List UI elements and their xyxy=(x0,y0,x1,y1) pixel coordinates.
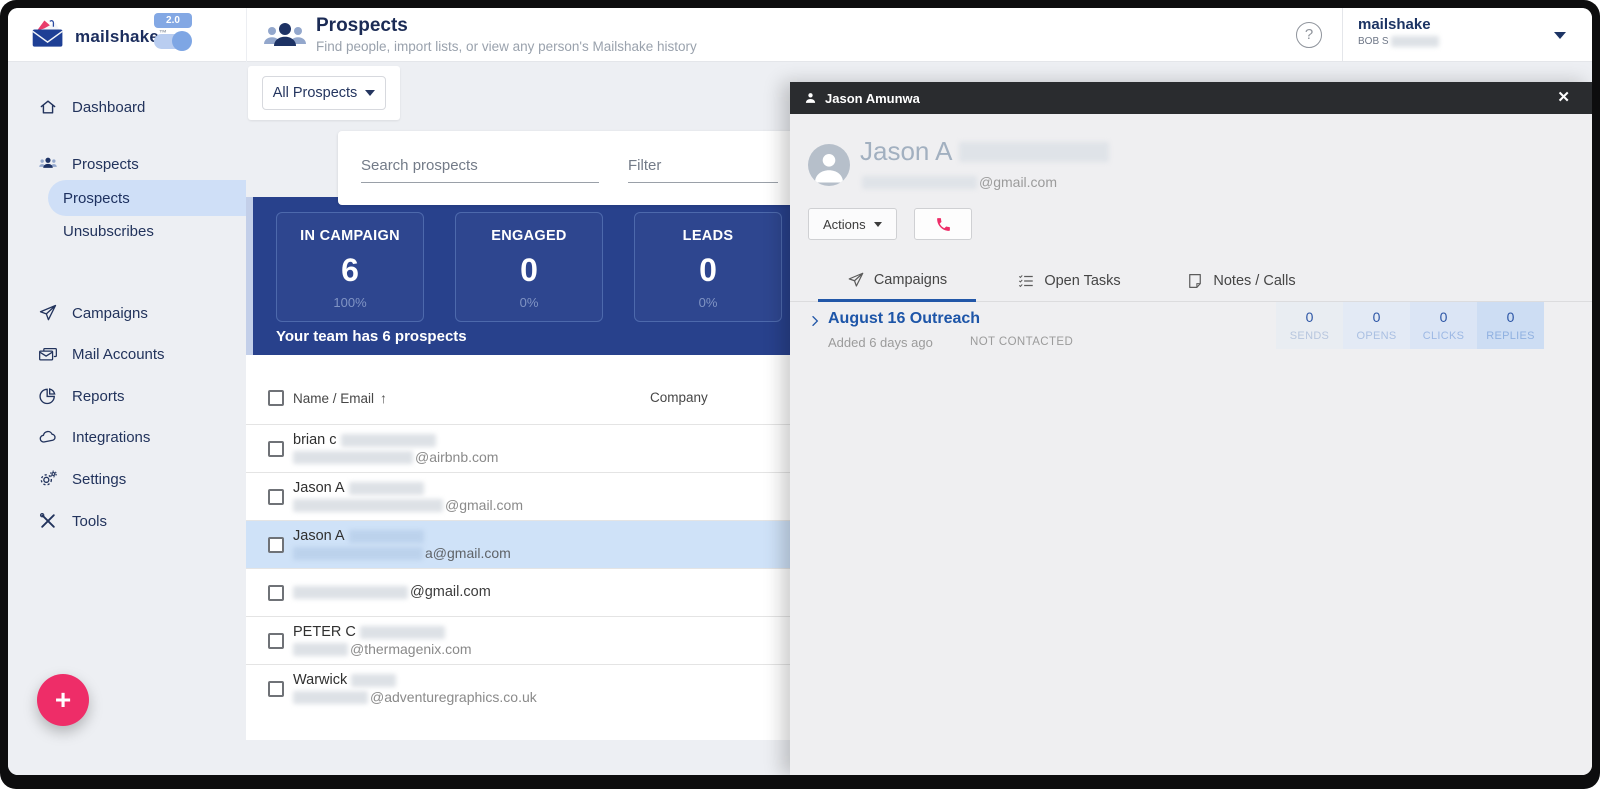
table-row-selected[interactable]: Jason A a@gmail.com xyxy=(246,520,792,568)
table-row[interactable]: Warwick @adventuregraphics.co.uk xyxy=(246,664,792,712)
account-divider xyxy=(1342,8,1343,62)
panel-body: Jason A @gmail.com Actions Campaigns Ope… xyxy=(790,114,1592,775)
window-frame: mailshake™ 2.0 Prospects Find people, im… xyxy=(0,0,1600,789)
account-caret-icon[interactable] xyxy=(1554,32,1566,39)
campaign-stats: 0 SENDS 0 OPENS 0 CLICKS 0 REPLIES xyxy=(1276,302,1544,349)
table-row[interactable]: Jason A @gmail.com xyxy=(246,472,792,520)
account-user: BOB S xyxy=(1358,36,1439,47)
table-row[interactable]: brian c @airbnb.com xyxy=(246,424,792,472)
panel-header: Jason Amunwa ✕ xyxy=(790,82,1592,114)
table-row[interactable]: PETER C @thermagenix.com xyxy=(246,616,792,664)
account-name: mailshake xyxy=(1358,16,1439,33)
checklist-icon xyxy=(1017,272,1035,290)
stats-banner: IN CAMPAIGN 6 100% ENGAGED 0 0% LEADS 0 … xyxy=(246,197,792,355)
tab-campaigns[interactable]: Campaigns xyxy=(818,260,976,302)
version-box: 2.0 xyxy=(154,13,194,49)
tools-icon xyxy=(38,511,58,531)
stat-sends: 0 SENDS xyxy=(1276,302,1343,349)
caret-down-icon xyxy=(365,90,375,96)
close-icon[interactable]: ✕ xyxy=(1557,88,1570,106)
actions-button[interactable]: Actions xyxy=(808,208,897,240)
version-badge: 2.0 xyxy=(154,13,192,28)
row-checkbox[interactable] xyxy=(268,537,284,553)
sort-asc-icon: ↑ xyxy=(380,390,387,406)
paper-plane-icon xyxy=(847,271,865,289)
stat-replies: 0 REPLIES xyxy=(1477,302,1544,349)
people-icon xyxy=(38,154,58,174)
sidebar-item-tools[interactable]: Tools xyxy=(8,501,246,541)
select-all-checkbox[interactable] xyxy=(268,390,284,406)
row-checkbox[interactable] xyxy=(268,489,284,505)
note-icon xyxy=(1186,272,1204,290)
page-title-block: Prospects Find people, import lists, or … xyxy=(316,15,697,54)
sidebar-item-dashboard[interactable]: Dashboard xyxy=(8,87,246,127)
sidebar-item-campaigns[interactable]: Campaigns xyxy=(8,293,246,333)
sidebar: Dashboard Prospects Prospects Unsubscrib… xyxy=(8,62,246,775)
row-checkbox[interactable] xyxy=(268,585,284,601)
mail-stack-icon xyxy=(38,344,58,364)
home-icon xyxy=(38,97,58,117)
campaign-name[interactable]: August 16 Outreach xyxy=(828,310,980,328)
row-checkbox[interactable] xyxy=(268,441,284,457)
prospect-email: @gmail.com xyxy=(862,174,1057,190)
prospects-table: Name / Email↑ Company brian c @airbnb.co… xyxy=(246,355,792,740)
row-checkbox[interactable] xyxy=(268,681,284,697)
banner-edge xyxy=(246,197,253,355)
sidebar-item-mail-accounts[interactable]: Mail Accounts xyxy=(8,334,246,374)
add-prospect-fab[interactable]: + xyxy=(37,674,89,726)
sidebar-item-reports[interactable]: Reports xyxy=(8,376,246,416)
campaign-added: Added 6 days ago xyxy=(828,335,933,350)
tab-open-tasks[interactable]: Open Tasks xyxy=(994,260,1144,302)
account-menu[interactable]: mailshake BOB S xyxy=(1358,16,1439,47)
paper-plane-icon xyxy=(38,303,58,323)
panel-title: Jason Amunwa xyxy=(825,91,920,106)
search-input[interactable] xyxy=(361,153,599,183)
app-header: mailshake™ 2.0 Prospects Find people, im… xyxy=(8,8,1592,62)
sidebar-subitem-prospects[interactable]: Prospects xyxy=(48,180,246,216)
tab-notes-calls[interactable]: Notes / Calls xyxy=(1166,260,1316,302)
prospect-name: Jason A xyxy=(860,136,1109,167)
help-icon[interactable]: ? xyxy=(1296,22,1322,48)
view-selector-button[interactable]: All Prospects xyxy=(262,76,386,110)
gear-icon xyxy=(38,469,58,489)
app-window: mailshake™ 2.0 Prospects Find people, im… xyxy=(8,8,1592,775)
column-company[interactable]: Company xyxy=(650,390,708,405)
person-icon xyxy=(804,91,817,105)
row-checkbox[interactable] xyxy=(268,633,284,649)
sidebar-subitem-unsubscribes[interactable]: Unsubscribes xyxy=(48,213,246,249)
stat-card-in-campaign: IN CAMPAIGN 6 100% xyxy=(276,212,424,322)
version-toggle[interactable] xyxy=(154,34,190,49)
campaign-status: NOT CONTACTED xyxy=(970,336,1073,348)
sidebar-item-integrations[interactable]: Integrations xyxy=(8,417,246,457)
stat-opens: 0 OPENS xyxy=(1343,302,1410,349)
column-name-email[interactable]: Name / Email↑ xyxy=(293,390,387,406)
stat-clicks: 0 CLICKS xyxy=(1410,302,1477,349)
chevron-right-icon xyxy=(808,314,822,328)
view-selector-card: All Prospects xyxy=(248,66,400,120)
prospect-detail-panel: Jason Amunwa ✕ Jason A @gmail.com Action… xyxy=(790,82,1592,775)
pie-chart-icon xyxy=(38,386,58,406)
filter-input[interactable] xyxy=(628,153,778,183)
prospects-people-icon xyxy=(262,19,308,58)
toggle-knob xyxy=(172,31,192,51)
sidebar-item-settings[interactable]: Settings xyxy=(8,459,246,499)
mailshake-envelope-icon xyxy=(30,18,66,55)
caret-down-icon xyxy=(874,222,882,227)
search-filter-card xyxy=(338,131,800,205)
stat-card-engaged: ENGAGED 0 0% xyxy=(455,212,603,322)
sidebar-item-prospects[interactable]: Prospects xyxy=(8,144,246,184)
page-subtitle: Find people, import lists, or view any p… xyxy=(316,39,697,54)
phone-icon xyxy=(935,216,952,233)
call-button[interactable] xyxy=(914,208,972,240)
cloud-icon xyxy=(38,427,58,447)
avatar xyxy=(808,144,850,186)
team-summary: Your team has 6 prospects xyxy=(276,328,467,345)
brand-logo[interactable]: mailshake™ xyxy=(30,18,167,55)
header-divider xyxy=(246,8,247,62)
page-title: Prospects xyxy=(316,15,697,37)
table-row[interactable]: @gmail.com xyxy=(246,568,792,616)
table-header: Name / Email↑ Company xyxy=(246,371,792,424)
panel-tabs: Campaigns Open Tasks Notes / Calls xyxy=(790,260,1592,302)
stat-card-leads: LEADS 0 0% xyxy=(634,212,782,322)
